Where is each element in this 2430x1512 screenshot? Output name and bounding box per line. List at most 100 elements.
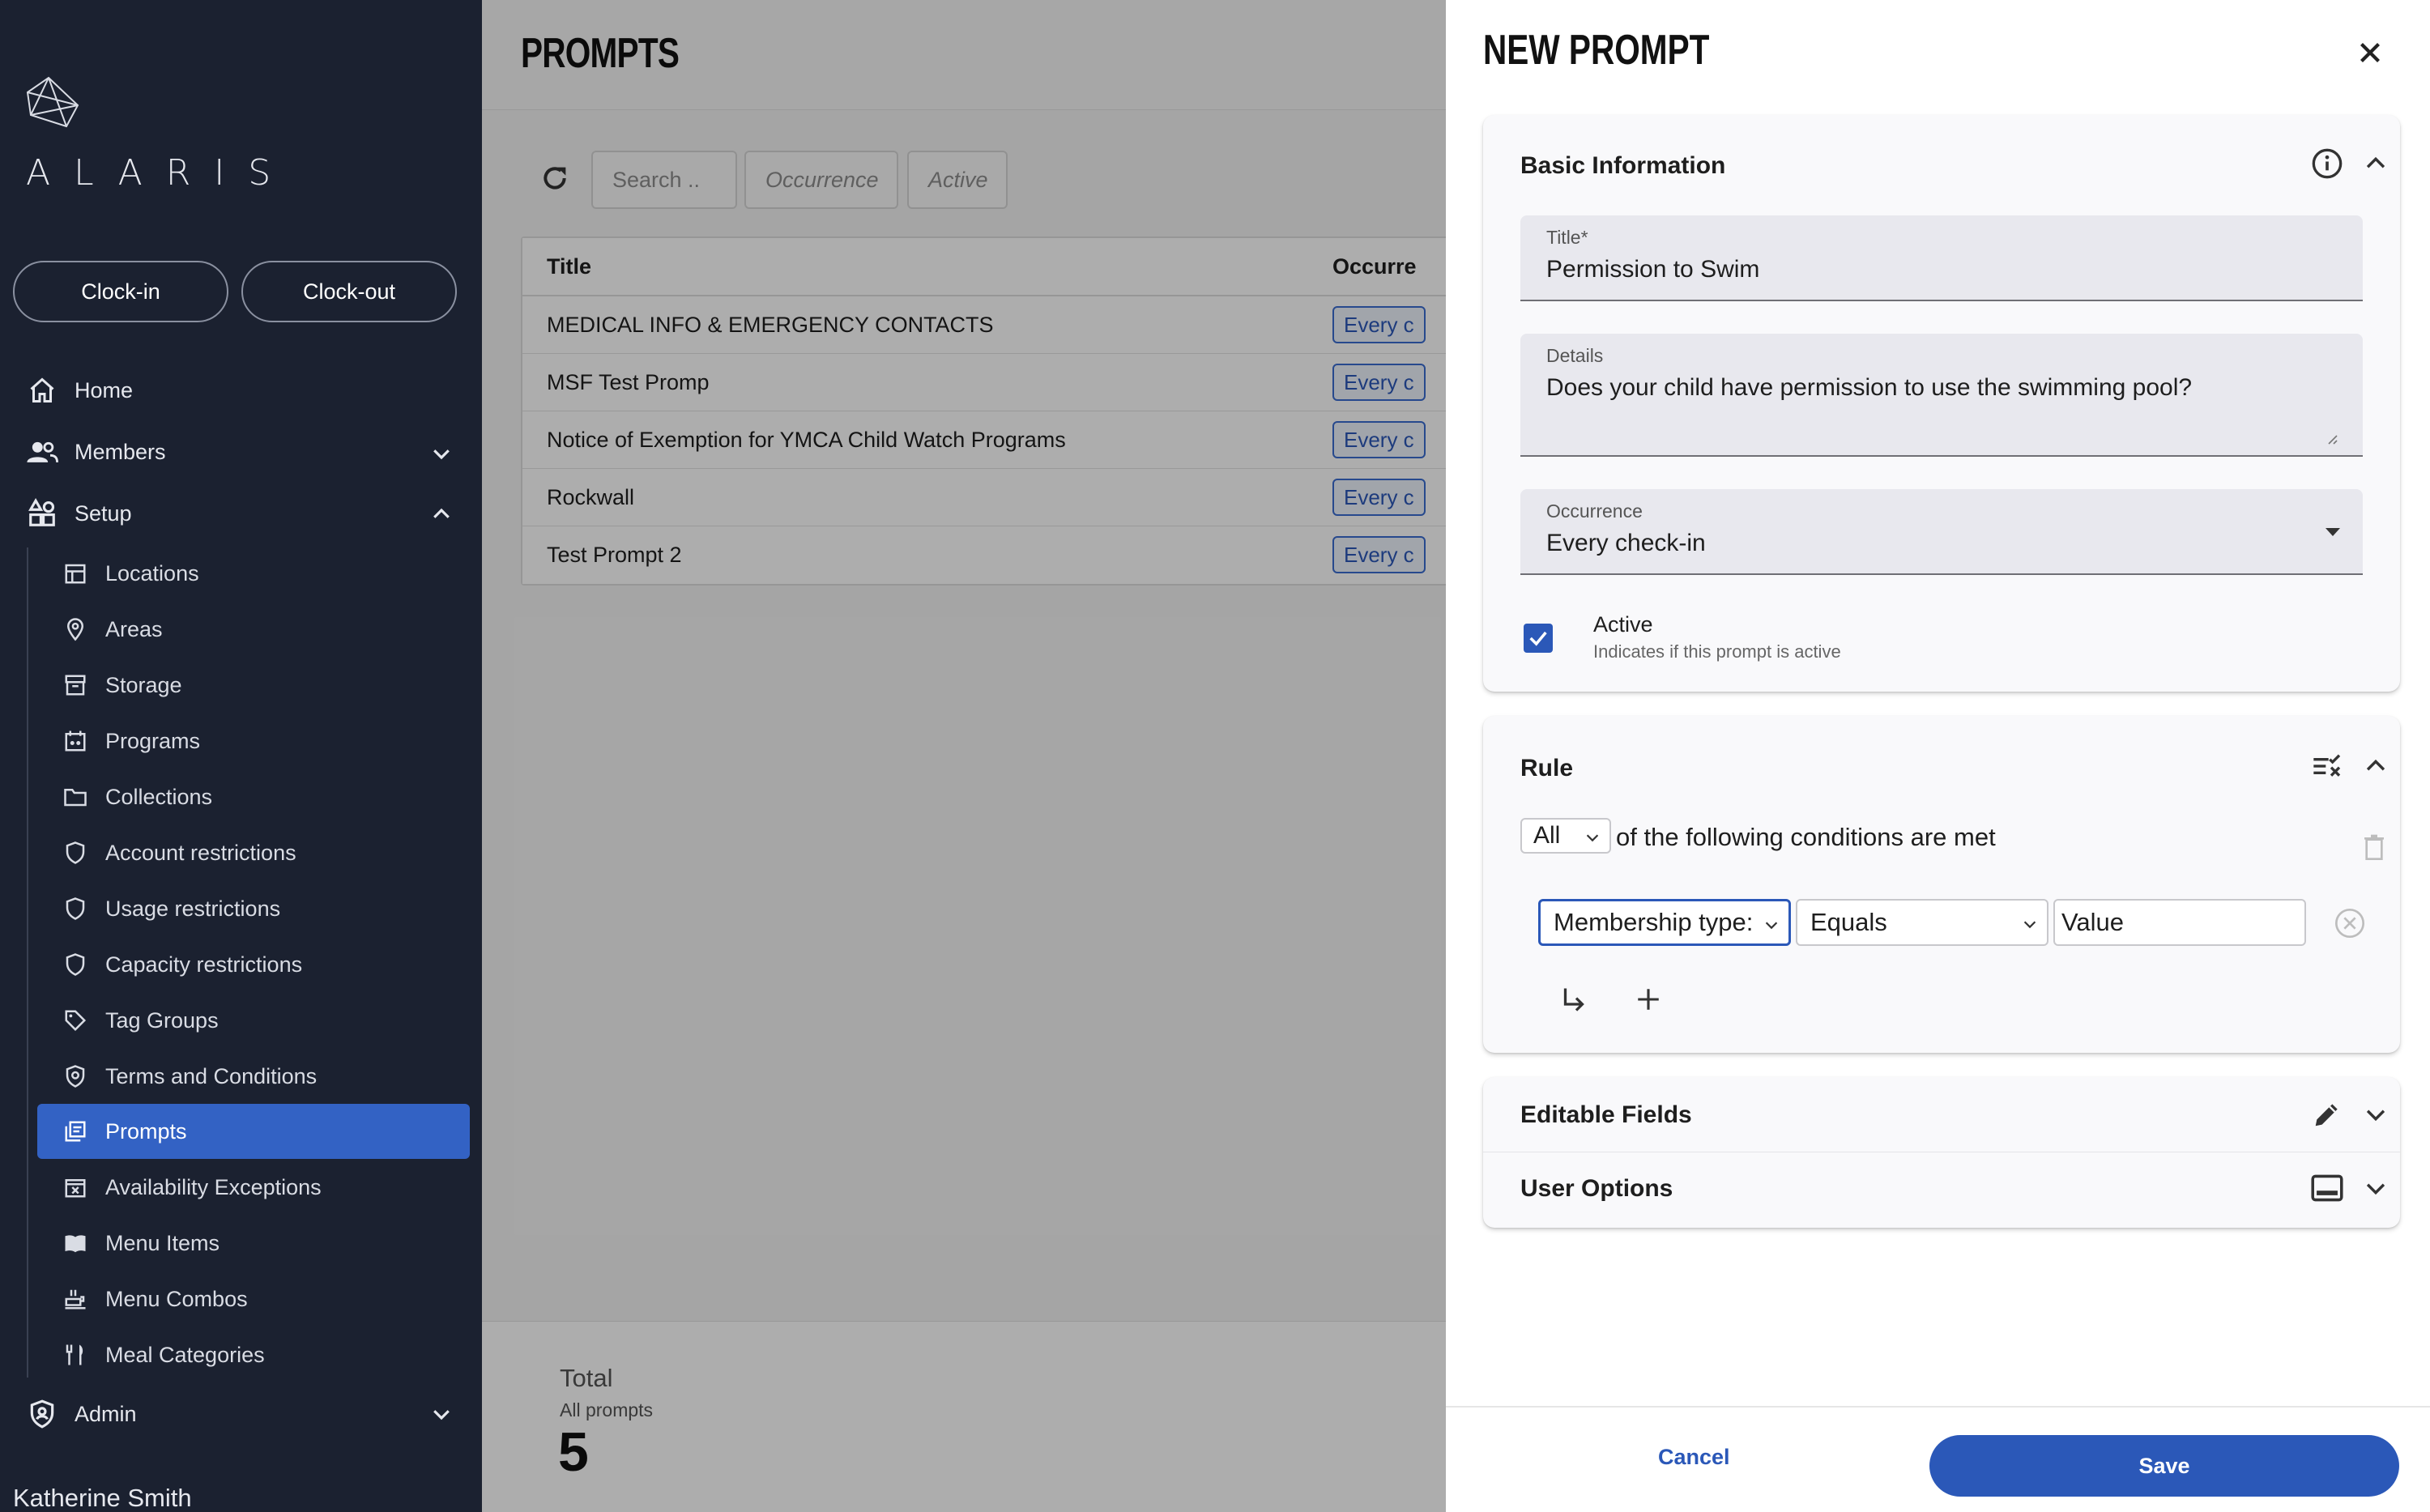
title-field-value[interactable]: Permission to Swim [1546,256,1759,283]
active-checkbox-label: Active [1593,612,1653,637]
sidebar-item-prompts[interactable]: Prompts [37,1104,470,1159]
resize-handle-icon[interactable] [2324,431,2338,445]
sidebar-item-meal-categories[interactable]: Meal Categories [62,1331,265,1379]
condition-operator-value: Equals [1810,908,1887,936]
chevron-down-icon[interactable] [2358,1097,2394,1132]
info-icon[interactable] [2309,146,2345,181]
close-icon[interactable] [2353,36,2387,70]
details-field[interactable]: Details Does your child have permission … [1520,334,2363,457]
condition-value-placeholder: Value [2061,908,2124,936]
basic-information-heading[interactable]: Basic Information [1520,152,1725,180]
occurrence-select[interactable]: Occurrence Every check-in [1520,489,2363,575]
sidebar-item-menu-combos[interactable]: Menu Combos [62,1275,248,1323]
sidebar-item-label: Locations [105,560,199,586]
new-prompt-drawer: NEW PROMPT Basic Information Title* Perm… [1446,0,2430,1512]
occurrence-field-label: Occurrence [1546,500,1643,522]
user-options-section[interactable]: User Options [1483,1152,2400,1228]
rule-heading[interactable]: Rule [1520,755,1573,782]
home-icon [26,374,58,407]
monitor-icon[interactable] [2309,1170,2345,1206]
sidebar-item-setup[interactable]: Setup [26,489,463,538]
members-icon [26,436,58,468]
sidebar-item-label: Admin [75,1401,137,1426]
sidebar-item-label: Prompts [105,1118,187,1144]
sidebar-item-admin[interactable]: Admin [26,1390,463,1438]
sidebar-item-label: Storage [105,672,182,697]
editable-fields-section[interactable]: Editable Fields [1483,1077,2400,1152]
sidebar-item-label: Availability Exceptions [105,1174,322,1199]
sidebar-item-availability-exceptions[interactable]: Availability Exceptions [62,1163,322,1212]
add-subgroup-icon[interactable] [1556,982,1592,1017]
active-checkbox[interactable] [1524,624,1553,653]
programs-icon [62,727,89,755]
sidebar-item-tag-groups[interactable]: Tag Groups [62,996,219,1045]
fork-knife-icon [62,1341,89,1369]
condition-operator-select[interactable]: Equals [1796,899,2048,946]
sidebar-item-collections[interactable]: Collections [62,773,212,821]
sidebar-item-home[interactable]: Home [26,366,463,415]
calendar-x-icon [62,1173,89,1201]
condition-value-input[interactable]: Value [2053,899,2306,946]
sidebar-item-label: Terms and Conditions [105,1063,318,1088]
setup-icon [26,497,58,530]
modal-backdrop[interactable] [482,0,1446,1512]
chevron-up-icon[interactable] [2358,748,2394,784]
sidebar-item-label: Setup [75,500,132,526]
save-button[interactable]: Save [1929,1435,2399,1497]
tag-icon [62,1007,89,1034]
conditions-text: of the following conditions are met [1616,823,1996,851]
alaris-logo-icon [26,76,79,128]
sidebar-item-capacity-restrictions[interactable]: Capacity restrictions [62,940,302,989]
title-field[interactable]: Title* Permission to Swim [1520,215,2363,301]
clock-out-button[interactable]: Clock-out [241,261,457,322]
sidebar-item-terms-and-conditions[interactable]: Terms and Conditions [62,1052,317,1101]
trash-icon[interactable] [2356,829,2392,865]
sidebar-item-programs[interactable]: Programs [62,717,200,765]
pencil-icon[interactable] [2309,1097,2345,1132]
sidebar-item-label: Capacity restrictions [105,952,303,977]
sidebar-item-locations[interactable]: Locations [62,549,199,598]
menu-combos-icon [62,1285,89,1313]
shield-icon [62,895,89,922]
sidebar: ALARIS Clock-in Clock-out Home Members S… [0,0,482,1512]
locations-icon [62,560,89,587]
rule-card: Rule All of the following conditions are… [1483,716,2400,1053]
chevron-down-icon [1586,834,1599,842]
sidebar-item-label: Home [75,377,134,402]
chevron-down-icon[interactable] [2358,1170,2394,1206]
condition-field-value: Membership type: [1554,908,1754,936]
terms-icon [62,1063,89,1090]
sidebar-item-areas[interactable]: Areas [62,605,163,654]
logo-text: ALARIS [26,152,295,194]
sidebar-item-storage[interactable]: Storage [62,661,182,709]
chevron-down-icon[interactable] [429,1402,454,1426]
sidebar-item-account-restrictions[interactable]: Account restrictions [62,828,296,877]
clock-in-button[interactable]: Clock-in [13,261,228,322]
sidebar-item-label: Menu Combos [105,1286,248,1311]
user-name[interactable]: Katherine Smith [13,1484,192,1512]
sidebar-item-label: Tag Groups [105,1007,219,1033]
add-condition-icon[interactable] [1631,982,1666,1017]
chevron-up-icon[interactable] [429,502,454,526]
condition-field-select[interactable]: Membership type: [1538,899,1791,946]
folder-icon [62,783,89,811]
sidebar-item-label: Usage restrictions [105,896,281,921]
details-field-value[interactable]: Does your child have permission to use t… [1546,374,2192,402]
sidebar-item-label: Areas [105,616,163,641]
title-field-label: Title* [1546,227,1588,248]
drawer-footer: Cancel Save [1446,1406,2430,1512]
rule-list-icon[interactable] [2309,748,2345,784]
sidebar-item-members[interactable]: Members [26,428,463,476]
chevron-up-icon[interactable] [2358,146,2394,181]
remove-condition-icon[interactable] [2332,905,2368,941]
sidebar-item-label: Programs [105,728,201,753]
sidebar-item-label: Meal Categories [105,1342,265,1367]
match-select[interactable]: All [1520,818,1611,854]
cancel-button[interactable]: Cancel [1658,1445,1730,1470]
sidebar-item-label: Account restrictions [105,840,296,865]
sidebar-item-menu-items[interactable]: Menu Items [62,1219,220,1267]
sidebar-item-usage-restrictions[interactable]: Usage restrictions [62,884,280,933]
chevron-down-icon [1763,916,1780,934]
match-select-value: All [1533,822,1561,849]
chevron-down-icon[interactable] [429,441,454,466]
